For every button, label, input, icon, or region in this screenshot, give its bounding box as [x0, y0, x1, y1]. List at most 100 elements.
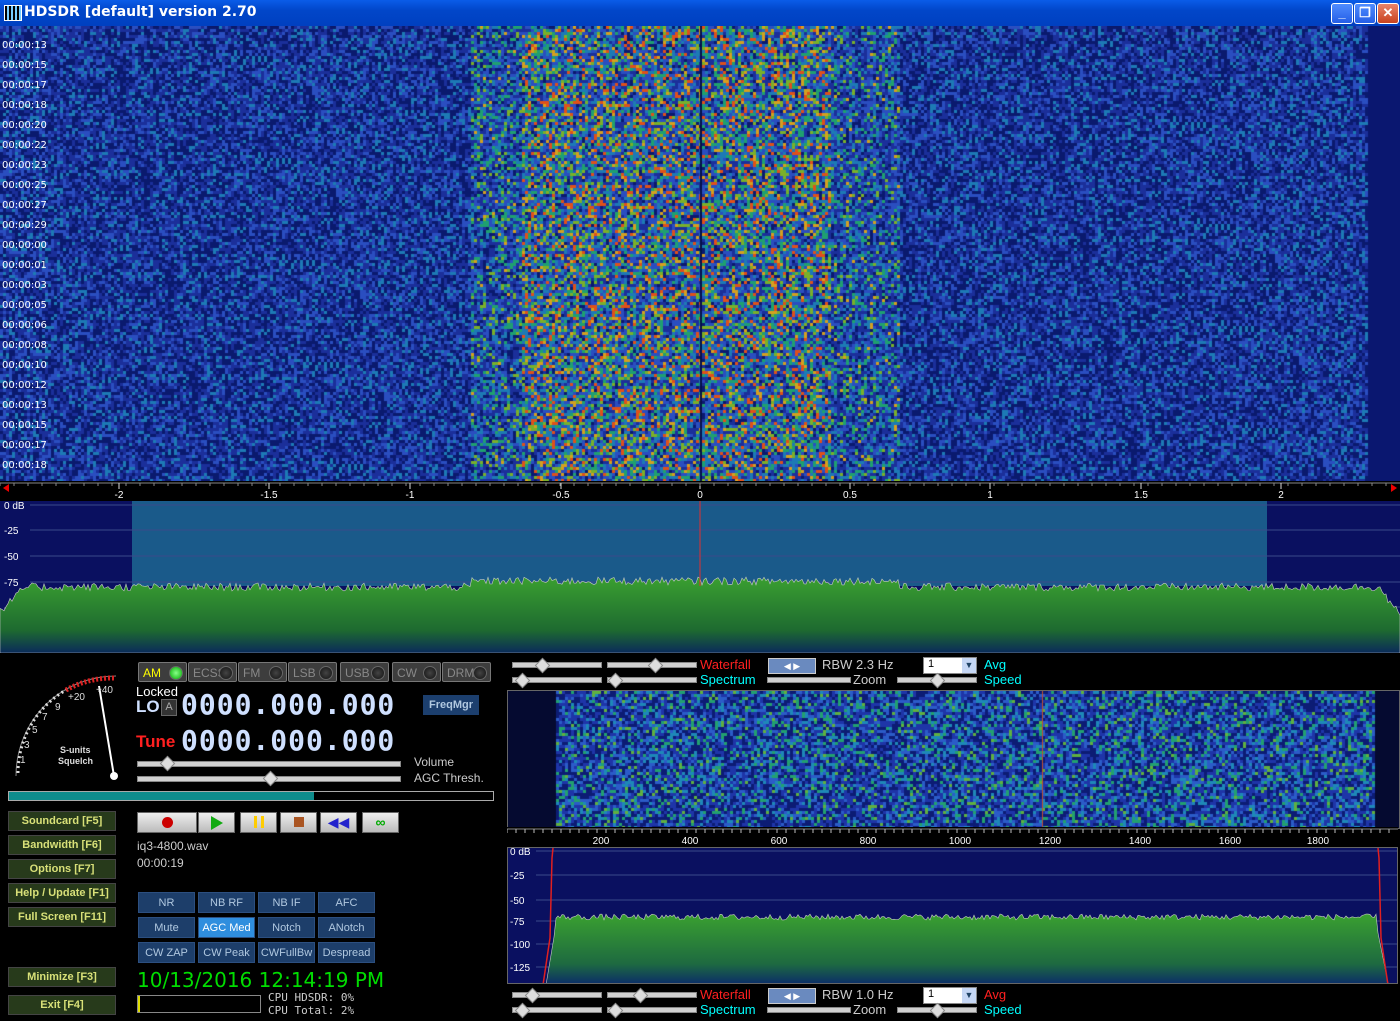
stop-icon — [293, 817, 304, 827]
play-icon — [210, 816, 223, 830]
led-icon — [319, 666, 333, 680]
top-avg-label: Avg — [984, 657, 1007, 672]
main-spectrum-svg[interactable]: 0 dB-25-50-75-100-125 — [0, 501, 1400, 653]
mute-button[interactable]: Mute — [138, 917, 195, 938]
lo-a-button[interactable]: A — [161, 699, 177, 716]
waterfall-time-label: 00:00:18 — [2, 100, 47, 111]
nr-button[interactable]: NR — [138, 892, 195, 913]
mode-drm-button[interactable]: DRM — [442, 662, 491, 682]
pause-button[interactable] — [240, 812, 277, 833]
volume-slider[interactable] — [137, 761, 401, 767]
mode-ecss-button[interactable]: ECSS — [188, 662, 237, 682]
file-time: 00:00:19 — [137, 856, 184, 870]
exit-button[interactable]: Exit [F4] — [8, 995, 116, 1015]
agc-med-button[interactable]: AGC Med — [198, 917, 255, 938]
main-waterfall-canvas[interactable] — [0, 26, 1400, 481]
main-waterfall[interactable]: 00:00:13 00:00:15 00:00:17 00:00:18 00:00:20… — [0, 26, 1400, 481]
record-icon — [161, 817, 173, 828]
loop-button[interactable]: ∞ — [362, 812, 399, 833]
main-axis-tick-label: -1 — [406, 490, 415, 501]
pause-icon — [253, 816, 264, 828]
stop-button[interactable] — [280, 812, 317, 833]
maximize-window-button[interactable]: ❐ — [1354, 3, 1376, 24]
waterfall-time-label: 00:00:08 — [2, 340, 47, 351]
play-button[interactable] — [198, 812, 235, 833]
full-screen-button[interactable]: Full Screen [F11] — [8, 907, 116, 927]
audio-waterfall[interactable] — [507, 690, 1400, 829]
mode-cw-button[interactable]: CW — [392, 662, 441, 682]
help-update-button[interactable]: Help / Update [F1] — [8, 883, 116, 903]
bottom-slider-3[interactable] — [607, 992, 697, 998]
mode-usb-button[interactable]: USB — [340, 662, 389, 682]
top-zoom-slider[interactable] — [767, 677, 851, 683]
rewind-button[interactable]: ◀◀ — [320, 812, 357, 833]
audio-spectrum-svg[interactable]: 0 dB -25 -50 -75 -100 -125 — [508, 848, 1398, 984]
chevron-down-icon: ▼ — [962, 658, 976, 673]
scroll-left-icon[interactable] — [3, 484, 9, 492]
cw-zap-button[interactable]: CW ZAP — [138, 942, 195, 963]
bottom-rbw-spinner[interactable]: ◀ ▶ — [768, 988, 816, 1004]
led-icon — [371, 666, 385, 680]
main-db-label: -75 — [4, 578, 19, 589]
top-slider-1[interactable] — [512, 662, 602, 668]
nb-if-button[interactable]: NB IF — [258, 892, 315, 913]
audio-spectrum-trace — [546, 913, 1389, 983]
scroll-right-icon[interactable] — [1391, 484, 1397, 492]
minimize-window-button[interactable]: _ — [1331, 3, 1353, 24]
audio-db-label: -75 — [510, 917, 525, 928]
top-avg-select[interactable]: 1 ▼ — [923, 657, 977, 674]
anotch-button[interactable]: ANotch — [318, 917, 375, 938]
bottom-rbw-label: RBW 1.0 Hz — [822, 987, 894, 1002]
audio-axis-tick-label: 400 — [682, 836, 699, 847]
freqmgr-button[interactable]: FreqMgr — [423, 695, 479, 715]
bottom-spectrum-label: Spectrum — [700, 1002, 756, 1017]
bandwidth-button[interactable]: Bandwidth [F6] — [8, 835, 116, 855]
audio-db-label: -125 — [510, 963, 530, 974]
cw-peak-button[interactable]: CW Peak — [198, 942, 255, 963]
led-icon — [473, 666, 487, 680]
afc-button[interactable]: AFC — [318, 892, 375, 913]
mode-am-button[interactable]: AM — [138, 662, 187, 682]
top-rbw-spinner[interactable]: ◀ ▶ — [768, 658, 816, 674]
mode-lsb-button[interactable]: LSB — [288, 662, 337, 682]
s-meter-scale-20: +20 — [68, 692, 85, 703]
s-meter — [15, 675, 118, 780]
record-button[interactable] — [137, 812, 197, 833]
bottom-avg-select[interactable]: 1 ▼ — [923, 987, 977, 1004]
signal-level-fill — [9, 792, 314, 800]
audio-waterfall-canvas[interactable] — [508, 691, 1399, 828]
options-button[interactable]: Options [F7] — [8, 859, 116, 879]
mode-fm-button[interactable]: FM — [238, 662, 287, 682]
main-axis-tick-label: 2 — [1278, 490, 1284, 501]
waterfall-time-labels: 00:00:13 00:00:15 00:00:17 00:00:18 00:00:20… — [0, 26, 50, 481]
top-avg-value: 1 — [928, 658, 935, 670]
s-meter-scale-3: 3 — [24, 740, 30, 751]
audio-frequency-axis[interactable]: 200 400 600 800 1000 1200 1400 1600 1800 — [506, 827, 1398, 847]
mode-usb-label: USB — [345, 666, 370, 680]
despread-button[interactable]: Despread — [318, 942, 375, 963]
volume-label: Volume — [414, 755, 455, 769]
mode-cw-label: CW — [397, 666, 417, 680]
notch-button[interactable]: Notch — [258, 917, 315, 938]
nb-rf-button[interactable]: NB RF — [198, 892, 255, 913]
cw-fullbw-button[interactable]: CWFullBw — [258, 942, 315, 963]
close-window-button[interactable]: ✕ — [1377, 3, 1399, 24]
rewind-icon: ◀◀ — [327, 814, 350, 830]
waterfall-time-label: 00:00:00 — [2, 240, 47, 251]
main-frequency-axis[interactable]: -2 -1.5 -1 -0.5 0 0.5 1 1.5 2 — [0, 481, 1400, 501]
s-meter-label-squelch: Squelch — [58, 756, 94, 766]
lo-label: LO — [136, 697, 160, 716]
soundcard-button[interactable]: Soundcard [F5] — [8, 811, 116, 831]
lo-frequency-display[interactable]: 0000.000.000 — [181, 688, 395, 721]
audio-db-label: 0 dB — [510, 848, 531, 858]
minimize-button[interactable]: Minimize [F3] — [8, 967, 116, 987]
cpu-bar-fill — [138, 996, 140, 1012]
main-axis-svg: -2 -1.5 -1 -0.5 0 0.5 1 1.5 2 — [0, 482, 1400, 501]
tune-frequency-display[interactable]: 0000.000.000 — [181, 724, 395, 757]
top-spectrum-label: Spectrum — [700, 672, 756, 687]
main-spectrum[interactable]: 0 dB-25-50-75-100-125 — [0, 501, 1400, 653]
audio-spectrum[interactable]: 0 dB -25 -50 -75 -100 -125 — [507, 847, 1398, 984]
bottom-zoom-slider[interactable] — [767, 1007, 851, 1013]
mode-am-label: AM — [143, 666, 161, 680]
main-axis-tick-label: -1.5 — [260, 490, 278, 501]
